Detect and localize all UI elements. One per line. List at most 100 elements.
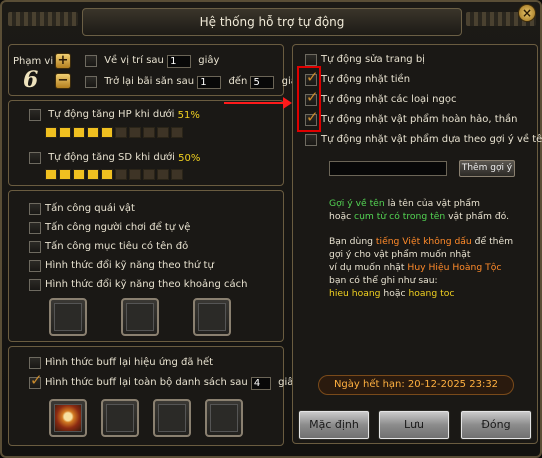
skill-distance-checkbox[interactable] <box>29 279 41 291</box>
auto-repair-row: Tự động sửa trang bị <box>305 53 425 68</box>
info-text: là tên của vật phẩm <box>384 198 480 209</box>
hint-info: Gợi ý về tên là tên của vật phẩm hoặc cụ… <box>329 197 534 300</box>
attack-player-checkbox[interactable] <box>29 222 41 234</box>
info-text: gợi ý cho vật phẩm muốn nhặt <box>329 249 471 260</box>
sd-bar-segment <box>157 169 169 180</box>
buff-panel: Hình thức buff lại hiệu ứng đã hết Hình … <box>8 346 299 446</box>
potion-panel: Tự động tăng HP khi dưới 51% Tự động tăn… <box>8 100 284 186</box>
range-minus-button[interactable]: − <box>55 73 71 89</box>
attack-player-label: Tấn công người chơi để tự vệ <box>45 222 191 233</box>
return-hunting-to-input[interactable]: 5 <box>250 75 275 89</box>
skill-slot-2[interactable] <box>121 298 159 336</box>
close-button[interactable]: Đóng <box>460 410 532 440</box>
return-position-label: Về vị trí sau <box>104 55 164 66</box>
sd-bar-segment <box>59 169 71 180</box>
info-example-1: hieu hoang <box>329 288 381 299</box>
rebuff-effect-checkbox[interactable] <box>29 357 41 369</box>
attack-option-row: Tấn công quái vật <box>29 202 135 217</box>
skill-order-label: Hình thức đổi kỹ năng theo thứ tự <box>45 260 214 271</box>
range-plus-button[interactable]: + <box>55 53 71 69</box>
pickup-jewels-row: Tự động nhặt các loại ngọc <box>305 90 457 108</box>
hint-input[interactable] <box>329 161 447 176</box>
auto-sd-label: Tự động tăng SD khi dưới <box>48 152 175 163</box>
info-hint-term: Gợi ý về tên <box>329 198 385 209</box>
pickup-by-hint-label: Tự động nhặt vật phẩm dựa theo gợi ý về … <box>321 134 542 145</box>
window-title: Hệ thống hỗ trợ tự động <box>82 8 462 36</box>
info-example-item: Huy Hiệu Hoàng Tộc <box>407 262 502 273</box>
attack-option-row: Hình thức đổi kỹ năng theo thứ tự <box>29 259 214 274</box>
return-position-checkbox[interactable] <box>85 55 97 67</box>
auto-hp-slider[interactable] <box>45 127 225 138</box>
attack-option-row: Tấn công người chơi để tự vệ <box>29 221 190 236</box>
hp-bar-segment <box>45 127 57 138</box>
attack-red-name-label: Tấn công mục tiêu có tên đỏ <box>45 241 189 252</box>
skill-order-checkbox[interactable] <box>29 260 41 272</box>
sd-bar-segment <box>45 169 57 180</box>
attack-panel: Tấn công quái vật Tấn công người chơi để… <box>8 190 284 342</box>
return-hunting-label: Trở lại bãi săn sau <box>104 76 195 87</box>
info-text: ví dụ muốn nhặt <box>329 262 408 273</box>
expiry-date: Ngày hết hạn: 20-12-2025 23:32 <box>318 375 514 395</box>
return-position-row: Về vị trí sau 1 giây <box>85 54 219 69</box>
buff-slot-3[interactable] <box>153 399 191 437</box>
info-text: để thêm <box>471 236 514 247</box>
buff-slot-4[interactable] <box>205 399 243 437</box>
return-hunting-from-input[interactable]: 1 <box>197 75 222 89</box>
auto-repair-checkbox[interactable] <box>305 54 317 66</box>
pointer-arrow <box>224 97 292 109</box>
auto-sd-row: Tự động tăng SD khi dưới 50% <box>29 151 200 166</box>
save-button[interactable]: Lưu <box>378 410 450 440</box>
return-position-input[interactable]: 1 <box>167 54 192 68</box>
attack-monster-checkbox[interactable] <box>29 203 41 215</box>
pickup-zen-label: Tự động nhặt tiền <box>321 74 411 85</box>
hp-bar-segment <box>115 127 127 138</box>
info-text: hoặc <box>380 288 409 299</box>
hp-bar-segment <box>59 127 71 138</box>
info-text: hoặc <box>329 211 355 222</box>
auto-hp-label: Tự động tăng HP khi dưới <box>48 109 175 120</box>
sd-bar-segment <box>143 169 155 180</box>
auto-sd-checkbox[interactable] <box>29 152 41 164</box>
hp-bar-segment <box>73 127 85 138</box>
attack-red-name-checkbox[interactable] <box>29 241 41 253</box>
skill-distance-label: Hình thức đổi kỹ năng theo khoảng cách <box>45 279 248 290</box>
pickup-jewels-label: Tự động nhặt các loại ngọc <box>321 94 457 105</box>
hp-bar-segment <box>171 127 183 138</box>
sd-bar-segment <box>129 169 141 180</box>
auto-sd-slider[interactable] <box>45 169 225 180</box>
return-position-unit: giây <box>198 55 220 66</box>
buff-slot-2[interactable] <box>101 399 139 437</box>
hp-bar-segment <box>157 127 169 138</box>
default-button[interactable]: Mặc định <box>298 410 370 440</box>
return-hunting-mid: đến <box>228 76 248 87</box>
auto-repair-label: Tự động sửa trang bị <box>321 54 425 65</box>
auto-sd-percent: 50% <box>178 153 201 164</box>
sd-bar-segment <box>101 169 113 180</box>
hp-bar-segment <box>87 127 99 138</box>
sd-bar-segment <box>73 169 85 180</box>
skill-slot-1[interactable] <box>49 298 87 336</box>
sd-bar-segment <box>115 169 127 180</box>
auto-hp-percent: 51% <box>177 110 200 121</box>
pickup-excellent-label: Tự động nhặt vật phẩm hoàn hảo, thần <box>321 114 518 125</box>
info-no-accent: tiếng Việt không dấu <box>375 236 472 247</box>
return-hunting-row: Trở lại bãi săn sau 1 đến 5 giây <box>85 75 303 90</box>
return-hunting-checkbox[interactable] <box>85 76 97 88</box>
attack-option-row: Tấn công mục tiêu có tên đỏ <box>29 240 188 255</box>
rebuff-list-row: Hình thức buff lại toàn bộ danh sách sau… <box>29 373 299 391</box>
hp-bar-segment <box>143 127 155 138</box>
buff-slot-1[interactable] <box>49 399 87 437</box>
add-hint-button[interactable]: Thêm gợi ý <box>459 160 515 177</box>
rebuff-list-checkbox[interactable] <box>29 373 43 389</box>
sd-bar-segment <box>171 169 183 180</box>
skill-slot-3[interactable] <box>193 298 231 336</box>
sd-bar-segment <box>87 169 99 180</box>
highlight-box <box>297 66 321 132</box>
rebuff-list-input[interactable]: 4 <box>250 376 271 390</box>
close-icon[interactable]: × <box>518 4 536 22</box>
auto-hp-checkbox[interactable] <box>29 109 41 121</box>
info-text: vật phẩm đó. <box>445 211 510 222</box>
info-text: Bạn dùng <box>329 236 376 247</box>
auto-hp-row: Tự động tăng HP khi dưới 51% <box>29 108 200 123</box>
pickup-by-hint-checkbox[interactable] <box>305 134 317 146</box>
